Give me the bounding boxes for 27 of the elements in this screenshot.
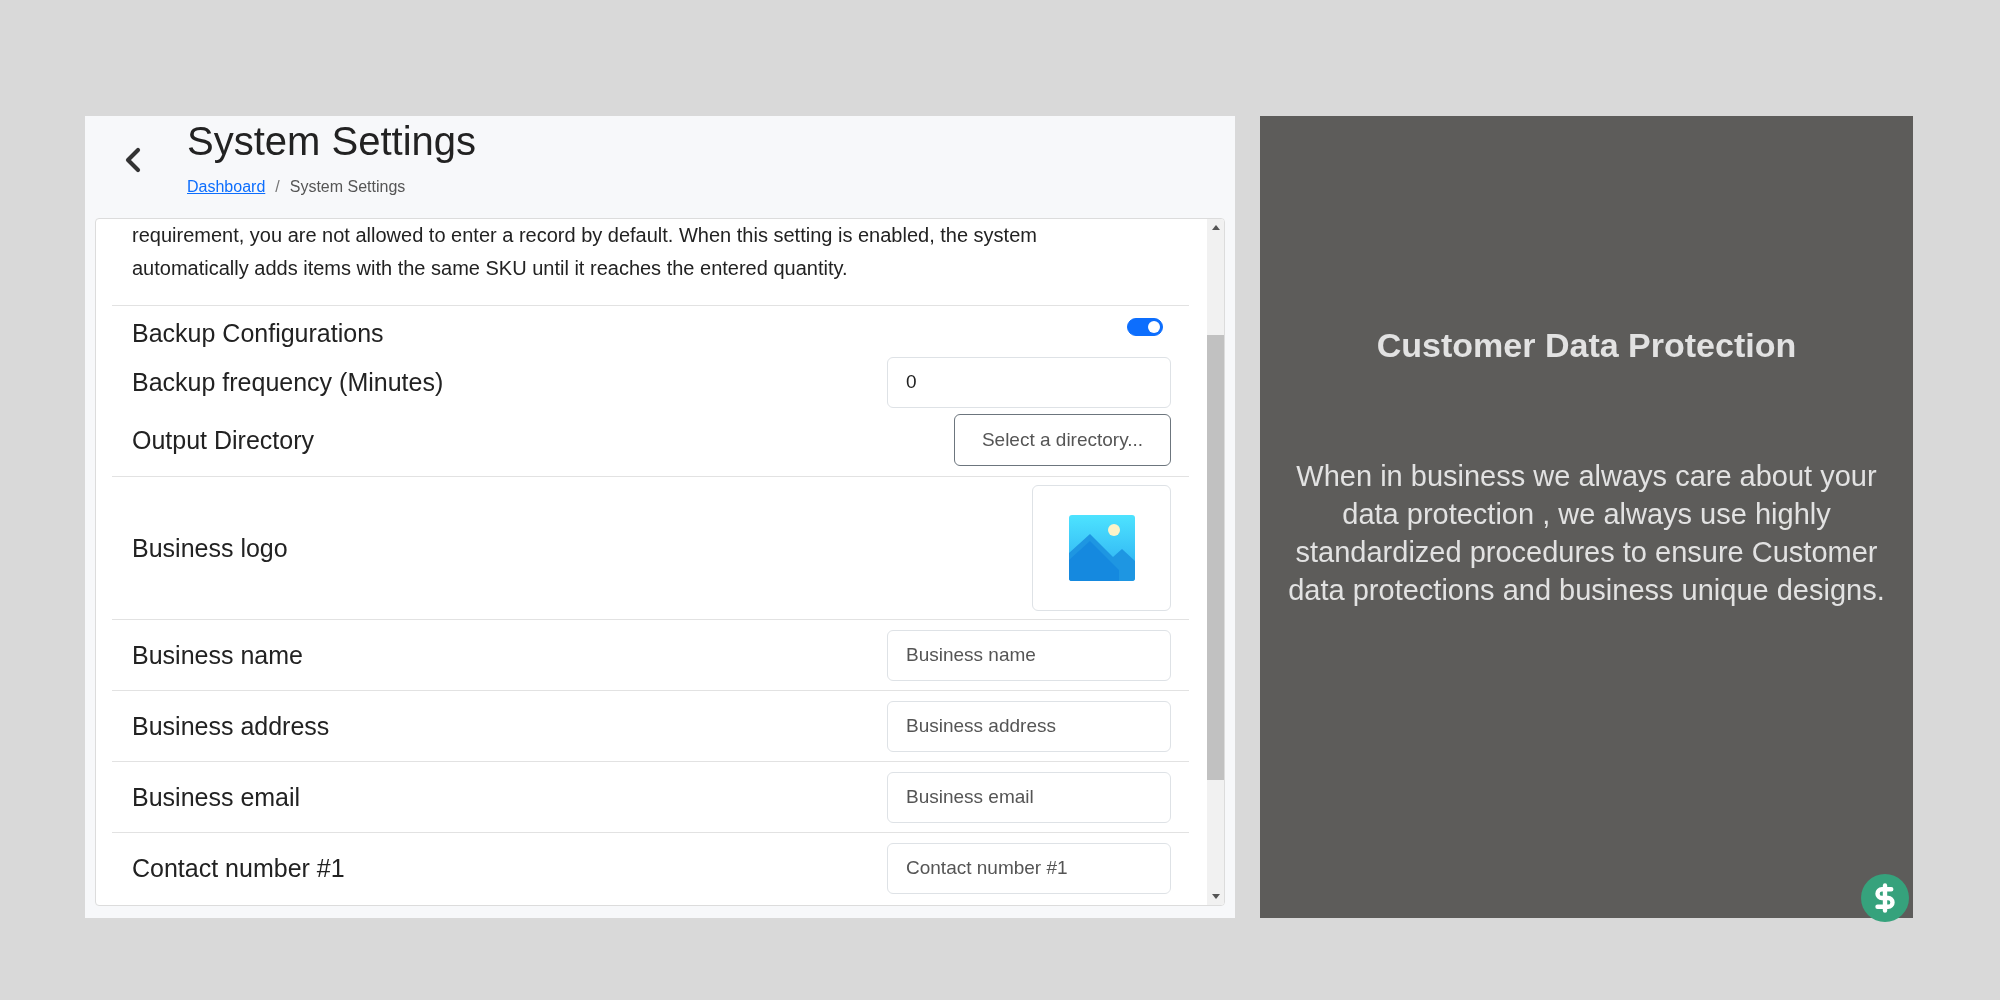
breadcrumb-link[interactable]: Dashboard [187,178,266,196]
setting-label: Business address [132,711,330,741]
setting-description: requirement, you are not allowed to enter a record by default. When this setting is enabled, the system automatically adds items with the same SKU until it reaches the entered quantity. [131,223,1038,281]
select-directory-button[interactable]: Select a directory... [954,414,1171,466]
promo-text: When in business we always care about your data protection , we always use highly standardized procedures to ensure Customer data protections and business unique designs. [1287,459,1886,608]
setting-label: Business name [132,640,303,670]
setting-label: Output Directory [132,425,314,455]
setting-label: Backup Configurations [132,318,384,348]
breadcrumb-current: System Settings [289,178,406,196]
breadcrumb-separator: / [275,178,280,196]
setting-label: Contact number #1 [132,853,345,883]
input-field[interactable]: Business email [887,771,1171,823]
promo-title: Customer Data Protection [1376,326,1797,365]
input-field[interactable]: Business address [887,700,1171,752]
scrollbar[interactable] [1207,219,1224,905]
input-field[interactable]: Contact number #1 [887,842,1171,894]
scroll-down-icon[interactable] [1211,894,1220,899]
toggle-switch[interactable] [1127,318,1163,336]
logo-upload-box[interactable] [1032,485,1171,611]
image-icon [1068,515,1135,581]
input-field[interactable]: 0 [887,356,1171,408]
setting-label: Backup frequency (Minutes) [132,367,444,397]
input-field[interactable]: Business name [887,629,1171,681]
scroll-up-icon[interactable] [1211,225,1220,230]
setting-label: Business email [132,782,301,812]
setting-label: Business logo [132,533,288,563]
page-title: System Settings [187,118,476,165]
